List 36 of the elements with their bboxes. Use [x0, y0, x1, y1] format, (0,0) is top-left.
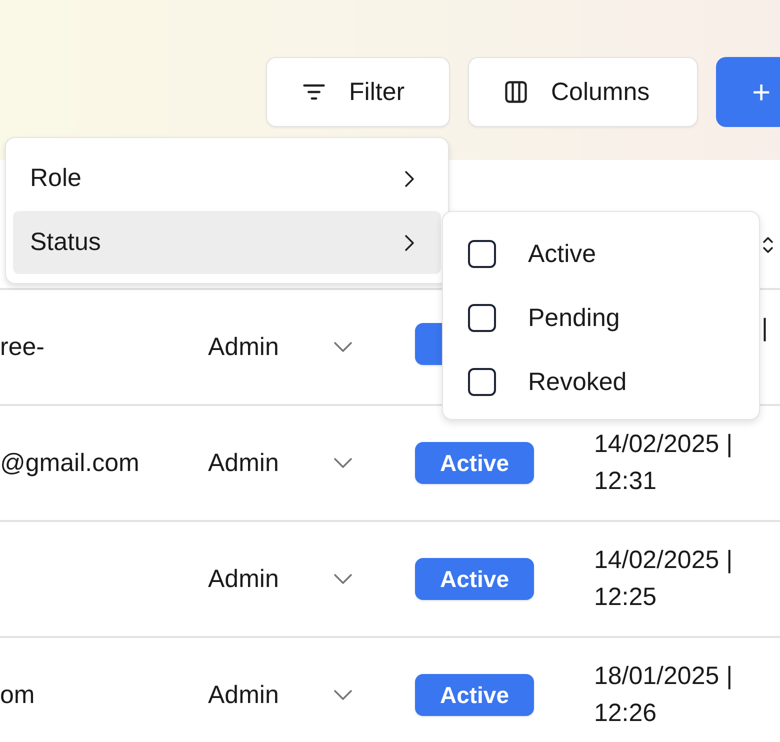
chevron-down-icon — [333, 573, 353, 585]
add-button[interactable]: + — [716, 57, 780, 127]
checkbox[interactable] — [468, 240, 496, 268]
status-badge: Active — [415, 442, 534, 484]
option-label[interactable]: Revoked — [528, 368, 627, 396]
time-text: 12:25 — [594, 583, 658, 612]
role-dropdown[interactable]: Admin — [208, 332, 415, 362]
date-text: 14/02/2025 | — [594, 546, 734, 575]
checkbox[interactable] — [468, 368, 496, 396]
date-text: 14/02/2025 | — [594, 430, 734, 459]
columns-icon — [503, 79, 529, 105]
status-badge: Active — [415, 674, 534, 716]
option-label[interactable]: Active — [528, 240, 596, 268]
filter-button[interactable]: Filter — [266, 57, 450, 127]
email-text: ree- — [0, 332, 44, 360]
time-text: 12:31 — [594, 467, 658, 496]
option-label[interactable]: Pending — [528, 304, 620, 332]
email-text: @gmail.com — [0, 448, 140, 476]
checkbox[interactable] — [468, 304, 496, 332]
chevron-down-icon — [333, 457, 353, 469]
menu-item[interactable]: Status — [13, 211, 441, 274]
email-text: om — [0, 680, 35, 708]
role-dropdown[interactable]: Admin — [208, 564, 415, 594]
chevron-right-icon — [403, 168, 415, 188]
role-dropdown[interactable]: Admin — [208, 448, 415, 478]
chevron-down-icon — [333, 341, 353, 353]
time-text: 12:26 — [594, 699, 658, 728]
menu-item[interactable]: Role — [13, 147, 441, 210]
chevron-right-icon — [403, 232, 415, 252]
columns-button[interactable]: Columns — [468, 57, 698, 127]
date-text: 18/01/2025 | — [594, 662, 734, 691]
status-badge: Active — [415, 558, 534, 600]
date-text: | — [762, 314, 768, 342]
chevron-down-icon — [333, 689, 353, 701]
sort-icon[interactable] — [762, 234, 774, 256]
role-dropdown[interactable]: Admin — [208, 680, 415, 710]
